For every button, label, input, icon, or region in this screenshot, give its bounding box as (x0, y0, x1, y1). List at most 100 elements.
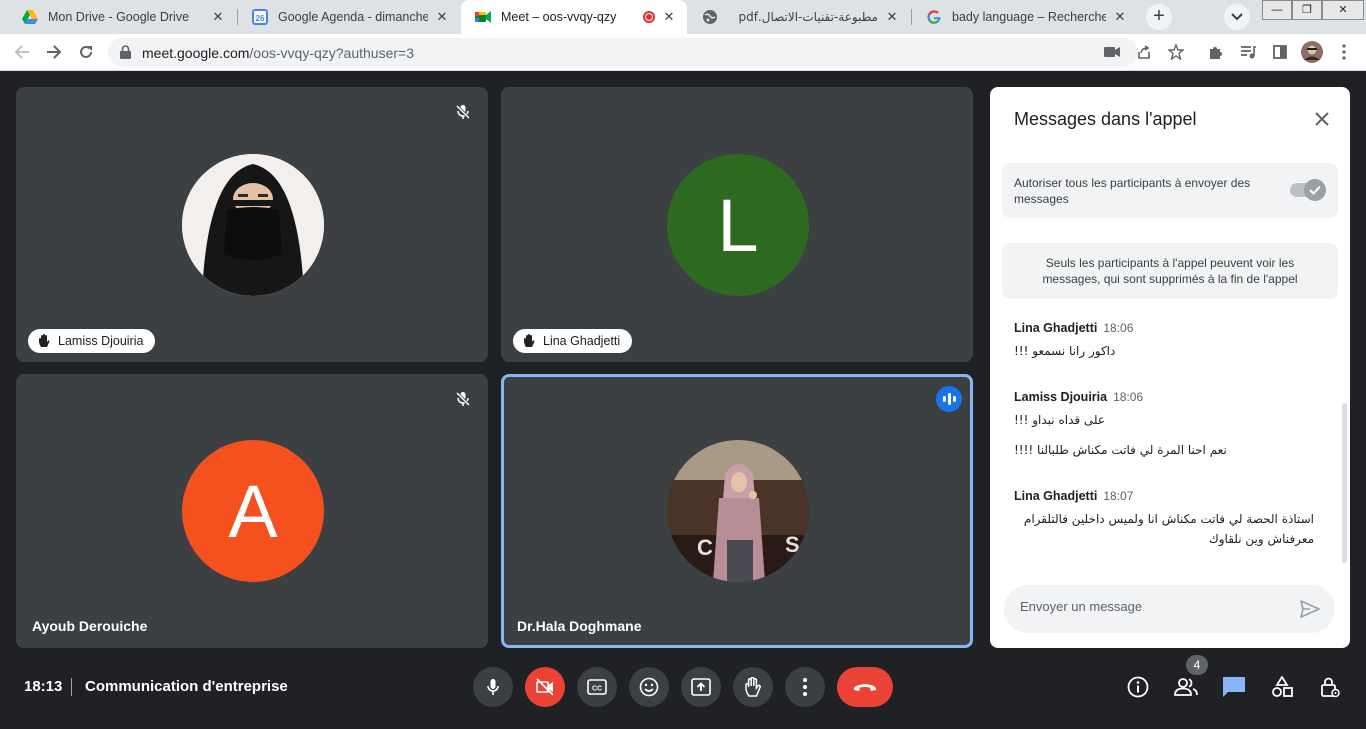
svg-text:S: S (785, 532, 800, 557)
chat-message-group: Lamiss Djouiria 18:06 على قداه نبداو !!! … (1014, 390, 1314, 460)
host-controls-lock-icon[interactable] (1317, 674, 1343, 700)
camera-off-icon (536, 678, 554, 696)
share-icon[interactable] (1132, 40, 1156, 64)
send-icon[interactable] (1298, 597, 1322, 621)
close-icon[interactable] (1310, 107, 1334, 131)
bookmark-star-icon[interactable] (1164, 40, 1188, 64)
profile-avatar[interactable] (1300, 40, 1324, 64)
forward-arrow-icon[interactable] (42, 40, 66, 64)
reload-icon[interactable] (74, 40, 98, 64)
window-minimize-icon[interactable]: — (1262, 0, 1292, 20)
participant-photo-avatar (182, 154, 324, 296)
participant-count-badge: 4 (1186, 655, 1208, 675)
tab-close-icon[interactable]: ✕ (210, 9, 226, 25)
tab-pdf-document[interactable]: مطبوعة-تقنيات-الاتصال.pdf ✕ (688, 0, 910, 34)
google-icon (926, 9, 942, 25)
raise-hand-button[interactable] (733, 667, 773, 707)
recording-indicator-icon (643, 11, 655, 23)
participant-name-chip: Lina Ghadjetti (513, 329, 633, 353)
back-arrow-icon[interactable] (10, 40, 34, 64)
window-restore-icon[interactable]: ❐ (1292, 0, 1322, 20)
captions-button[interactable]: CC (577, 667, 617, 707)
message-text: داكور رانا نسمعو !!! (1014, 344, 1116, 358)
tab-google-meet[interactable]: Meet – oos-vvqy-qzy ✕ (461, 0, 687, 34)
tab-close-icon[interactable]: ✕ (434, 9, 450, 25)
tab-search-chevron-icon[interactable] (1224, 4, 1250, 30)
browser-tab-bar: Mon Drive - Google Drive ✕ 26 Google Age… (0, 0, 1366, 34)
svg-text:C: C (697, 535, 713, 560)
present-screen-button[interactable] (681, 667, 721, 707)
tab-title: Meet – oos-vvqy-qzy (501, 10, 617, 24)
tab-google-calendar[interactable]: 26 Google Agenda - dimanche, 2 ✕ (238, 0, 460, 34)
raised-hand-icon (38, 334, 50, 348)
muted-mic-icon (450, 386, 476, 412)
chat-panel: Messages dans l'appel Autoriser tous les… (990, 87, 1350, 648)
url-host: meet.google.com (142, 45, 250, 61)
camera-in-use-icon[interactable] (1100, 40, 1124, 64)
new-tab-plus-icon[interactable]: + (1146, 4, 1172, 30)
meeting-clock: 18:13 (24, 678, 63, 695)
tab-google-search[interactable]: bady language – Recherche G ✕ (912, 0, 1138, 34)
participant-name: Lina Ghadjetti (543, 334, 621, 348)
tab-title: مطبوعة-تقنيات-الاتصال.pdf (738, 10, 878, 24)
tab-google-drive[interactable]: Mon Drive - Google Drive ✕ (8, 0, 236, 34)
google-drive-icon (22, 9, 38, 25)
extensions-puzzle-icon[interactable] (1204, 40, 1228, 64)
participant-letter-avatar: L (667, 154, 809, 296)
chat-icon[interactable] (1221, 674, 1247, 700)
chat-message-group: Lina Ghadjetti 18:07 استاذة الحصة لي فاتت… (1014, 489, 1314, 549)
window-close-icon[interactable]: ✕ (1322, 0, 1364, 20)
message-text: استاذة الحصة لي فاتت مكناش انا ولميس داخ… (1023, 512, 1314, 546)
message-sender: Lamiss Djouiria (1014, 390, 1108, 404)
participant-name: Dr.Hala Doghmane (517, 618, 642, 634)
tab-title: Mon Drive - Google Drive (48, 10, 190, 24)
message-time: 18:07 (1103, 489, 1134, 503)
participant-letter-avatar: A (182, 440, 324, 582)
chat-scrollbar[interactable] (1342, 403, 1347, 563)
reactions-button[interactable] (629, 667, 669, 707)
present-screen-icon (691, 678, 711, 696)
google-calendar-icon: 26 (252, 9, 268, 25)
browser-menu-icon[interactable] (1332, 40, 1356, 64)
media-queue-icon[interactable] (1236, 40, 1260, 64)
emoji-smile-icon (639, 677, 659, 697)
participant-name-chip: Lamiss Djouiria (28, 329, 156, 353)
meeting-title: Communication d'entreprise (85, 678, 288, 695)
chat-message-input[interactable] (1020, 599, 1280, 614)
meet-stage: Lamiss Djouiria L Lina Ghadjetti A Ayoub… (0, 71, 1366, 729)
participant-name: Lamiss Djouiria (58, 334, 144, 348)
globe-icon (702, 9, 718, 25)
message-text: نعم احنا المرة لي فاتت مكناش طلبالنا !!!… (1014, 443, 1227, 457)
leave-call-button[interactable] (837, 667, 893, 707)
tab-title: Google Agenda - dimanche, 2 (278, 10, 428, 24)
divider (71, 678, 72, 696)
raised-hand-icon (523, 334, 535, 348)
url-path: /oos-vvqy-qzy?authuser=3 (249, 45, 414, 61)
tab-close-icon[interactable]: ✕ (1112, 9, 1128, 25)
tab-close-icon[interactable]: ✕ (661, 9, 677, 25)
side-panel-icon[interactable] (1268, 40, 1292, 64)
calendar-day-number: 26 (256, 14, 265, 23)
camera-off-button[interactable] (525, 667, 565, 707)
participant-tile-lamiss[interactable]: Lamiss Djouiria (16, 87, 488, 362)
microphone-icon (487, 679, 499, 695)
more-options-button[interactable] (785, 667, 825, 707)
url-text: meet.google.com/oos-vvqy-qzy?authuser=3 (142, 45, 414, 61)
participant-photo-avatar: C S (667, 440, 809, 582)
meeting-details-info-icon[interactable] (1125, 674, 1151, 700)
message-sender: Lina Ghadjetti (1014, 489, 1098, 503)
participant-tile-ayoub[interactable]: A Ayoub Derouiche (16, 374, 488, 648)
chat-permission-setting: Autoriser tous les participants à envoye… (1002, 163, 1338, 218)
tab-close-icon[interactable]: ✕ (884, 9, 900, 25)
people-icon[interactable] (1173, 674, 1199, 700)
google-meet-icon (475, 9, 491, 25)
hang-up-icon (853, 684, 877, 691)
chat-compose-box (1004, 585, 1335, 633)
activities-icon[interactable] (1269, 674, 1295, 700)
microphone-button[interactable] (473, 667, 513, 707)
participant-tile-hala[interactable]: C S Dr.Hala Doghmane (501, 374, 973, 648)
participant-tile-lina[interactable]: L Lina Ghadjetti (501, 87, 973, 362)
check-icon[interactable] (1304, 179, 1326, 201)
message-text: على قداه نبداو !!! (1014, 413, 1106, 427)
address-bar[interactable]: meet.google.com/oos-vvqy-qzy?authuser=3 (108, 38, 1138, 66)
